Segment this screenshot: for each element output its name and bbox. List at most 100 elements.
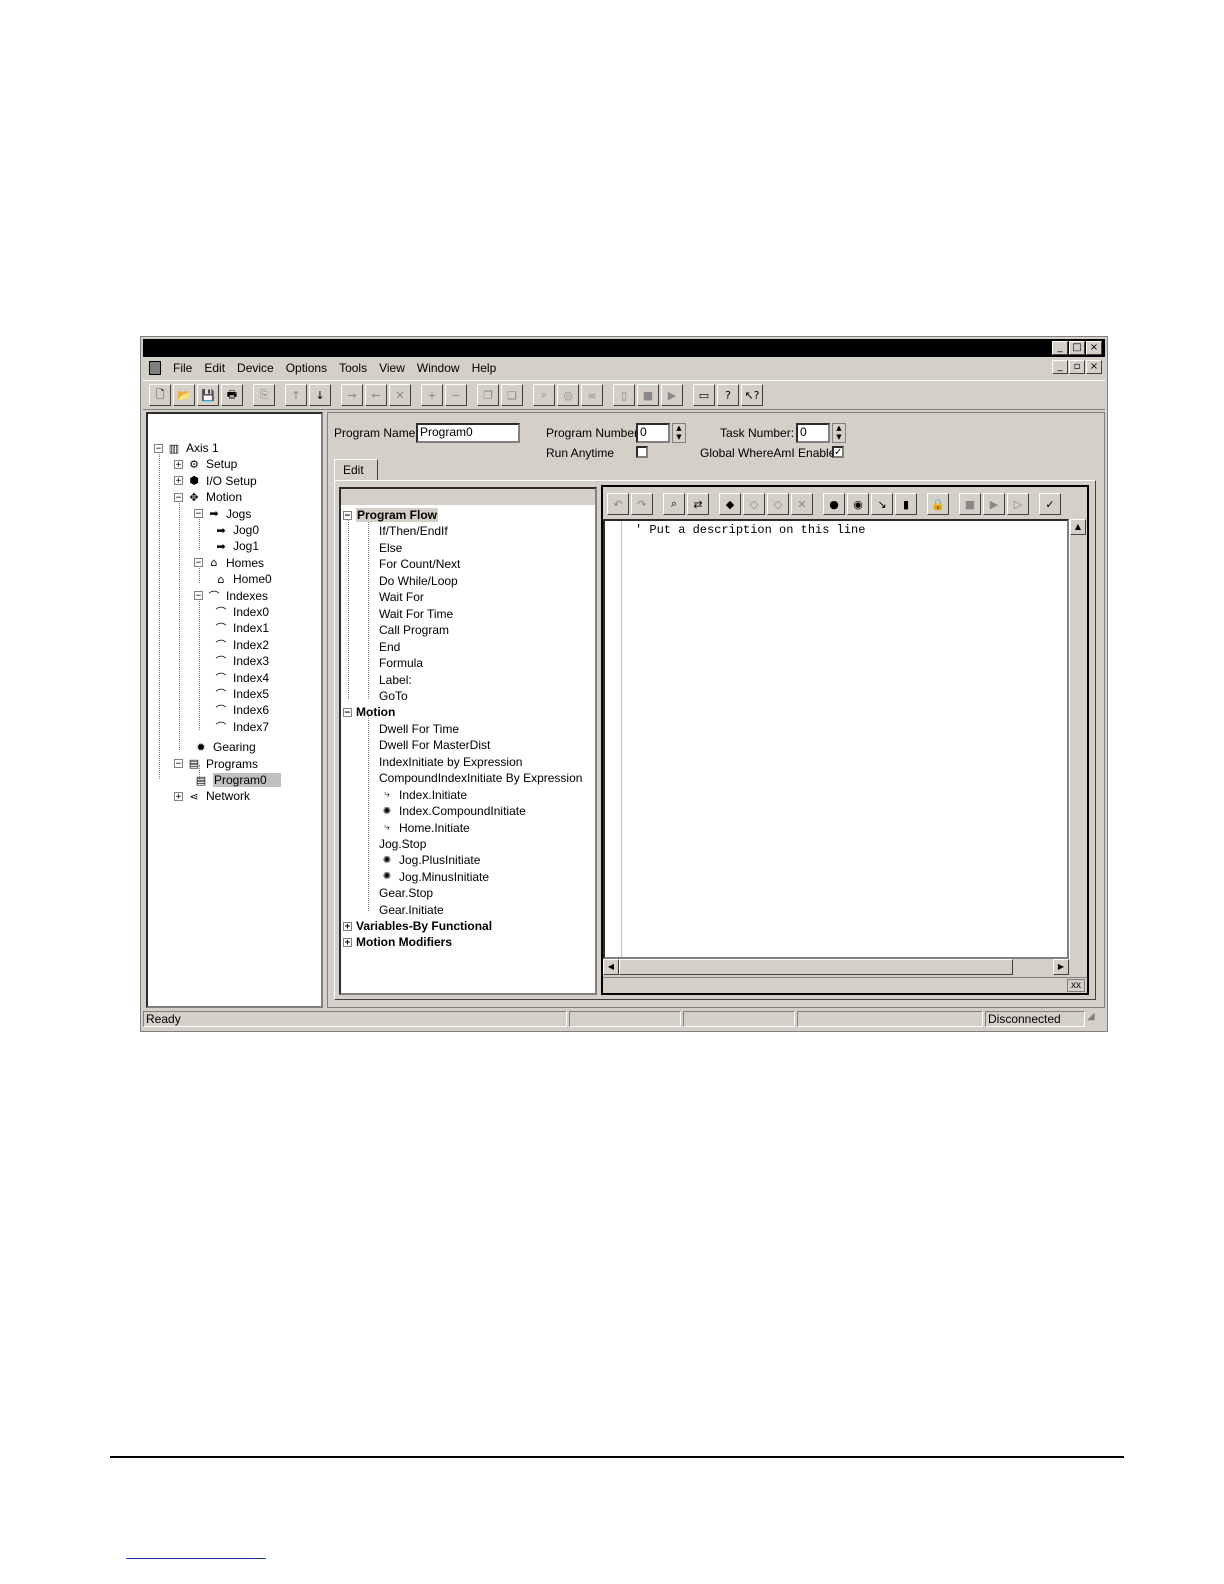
close-button[interactable]: × xyxy=(1086,341,1102,355)
add-item-icon[interactable]: + xyxy=(421,384,443,406)
menu-device[interactable]: Device xyxy=(231,361,280,375)
command-item-call-program[interactable]: Call Program xyxy=(379,622,449,638)
collapse-icon[interactable]: − xyxy=(343,707,352,717)
tree-item-index4[interactable]: ⌒ Index4 xyxy=(201,670,270,686)
tree-item-homes[interactable]: − ⌂ Homes xyxy=(194,555,264,571)
collapse-icon[interactable]: − xyxy=(174,759,183,769)
command-item-if-then-endif[interactable]: If/Then/EndIf xyxy=(379,523,448,539)
stop-program-icon[interactable]: ■ xyxy=(959,493,981,515)
vertical-scrollbar[interactable]: ▲ xyxy=(1069,519,1086,959)
tree-item-jog1[interactable]: ➡ Jog1 xyxy=(201,538,259,554)
title-bar[interactable]: _ □ × xyxy=(143,339,1105,357)
command-item-indexinitiate-by-expression[interactable]: IndexInitiate by Expression xyxy=(379,754,522,770)
command-item-dwell-for-time[interactable]: Dwell For Time xyxy=(379,721,459,737)
program-name-input[interactable]: Program0 xyxy=(416,423,520,443)
tree-item-jog0[interactable]: ➡ Jog0 xyxy=(201,522,259,538)
command-item-jog-plusinitiate[interactable]: ✺ Jog.PlusInitiate xyxy=(379,852,481,868)
clear-breakpoints-icon[interactable]: ✕ xyxy=(791,493,813,515)
expand-icon[interactable]: + xyxy=(343,921,352,931)
menu-tools[interactable]: Tools xyxy=(333,361,373,375)
device-icon[interactable]: ▯ xyxy=(613,384,635,406)
command-item-home-initiate[interactable]: ⤷ Home.Initiate xyxy=(379,820,470,836)
new-icon[interactable]: 🗋 xyxy=(149,384,171,406)
menu-window[interactable]: Window xyxy=(411,361,466,375)
collapse-icon[interactable]: − xyxy=(194,558,203,568)
zoom-icon[interactable]: ⌕ xyxy=(533,384,555,406)
connect-icon[interactable]: → xyxy=(341,384,363,406)
mdi-minimize-button[interactable]: _ xyxy=(1052,360,1068,374)
command-item-gear-stop[interactable]: Gear.Stop xyxy=(379,885,433,901)
command-item-end[interactable]: End xyxy=(379,639,400,655)
command-item-jog-stop[interactable]: Jog.Stop xyxy=(379,836,426,852)
expand-icon[interactable]: + xyxy=(174,476,183,486)
upload-icon[interactable]: ↑ xyxy=(285,384,307,406)
tree-item-motion[interactable]: − ✥ Motion xyxy=(174,489,242,505)
mdi-close-button[interactable]: × xyxy=(1086,360,1102,374)
export-icon[interactable]: ⎘ xyxy=(253,384,275,406)
expand-icon[interactable]: + xyxy=(343,937,352,947)
menu-file[interactable]: File xyxy=(167,361,198,375)
run-anytime-checkbox[interactable] xyxy=(636,446,648,458)
task-number-input[interactable]: 0 xyxy=(796,423,830,443)
program-number-spinner[interactable]: ▲ ▼ xyxy=(672,423,686,443)
tree-item-indexes[interactable]: − ⌒ Indexes xyxy=(194,588,268,604)
command-item-wait-for[interactable]: Wait For xyxy=(379,589,424,605)
run-program-icon[interactable]: ▶ xyxy=(983,493,1005,515)
context-help-icon[interactable]: ↖? xyxy=(741,384,763,406)
command-item-gear-initiate[interactable]: Gear.Initiate xyxy=(379,902,444,918)
disconnect-icon[interactable]: ← xyxy=(365,384,387,406)
task-number-spinner[interactable]: ▲ ▼ xyxy=(832,423,846,443)
tree-item-programs[interactable]: − ▤ Programs xyxy=(174,756,258,772)
tree-item-home0[interactable]: ⌂ Home0 xyxy=(201,571,272,587)
toggle-breakpoint-icon[interactable]: ◆ xyxy=(719,493,741,515)
scroll-left-icon[interactable]: ◀ xyxy=(603,959,619,975)
tree-item-jogs[interactable]: − ➡ Jogs xyxy=(194,506,251,522)
stop-icon[interactable]: ■ xyxy=(637,384,659,406)
command-item-program-flow[interactable]: − Program Flow xyxy=(343,507,439,523)
window-icon[interactable]: ▭ xyxy=(693,384,715,406)
collapse-icon[interactable]: − xyxy=(343,510,352,520)
command-item-index-compoundinitiate[interactable]: ✺ Index.CompoundInitiate xyxy=(379,803,526,819)
menu-view[interactable]: View xyxy=(373,361,411,375)
lock-icon[interactable]: 🔒 xyxy=(927,493,949,515)
code-text-area[interactable]: ' Put a description on this line xyxy=(603,519,1069,959)
check-syntax-icon[interactable]: ✓ xyxy=(1039,493,1061,515)
paste-icon[interactable]: ❏ xyxy=(501,384,523,406)
undo-icon[interactable]: ↶ xyxy=(607,493,629,515)
minimize-button[interactable]: _ xyxy=(1052,341,1068,355)
compile-icon[interactable]: ● xyxy=(823,493,845,515)
collapse-icon[interactable]: − xyxy=(154,443,163,453)
command-item-for-count-next[interactable]: For Count/Next xyxy=(379,556,460,572)
tree-item-network[interactable]: + ⋖ Network xyxy=(174,788,250,804)
delete-icon[interactable]: ✕ xyxy=(389,384,411,406)
tree-item-gearing[interactable]: ✹ Gearing xyxy=(181,739,255,755)
open-icon[interactable]: 📂 xyxy=(173,384,195,406)
command-item-else[interactable]: Else xyxy=(379,540,402,556)
maximize-button[interactable]: □ xyxy=(1069,341,1085,355)
run-icon[interactable]: ▶ xyxy=(661,384,683,406)
tree-item-program0[interactable]: ▤ Program0 xyxy=(181,772,281,788)
tree-item-index0[interactable]: ⌒ Index0 xyxy=(201,604,270,620)
find-icon[interactable]: ⌕ xyxy=(663,493,685,515)
collapse-icon[interactable]: − xyxy=(174,492,183,502)
command-item-dwell-for-masterdist[interactable]: Dwell For MasterDist xyxy=(379,737,490,753)
collapse-icon[interactable]: − xyxy=(194,591,203,601)
horizontal-scroll-thumb[interactable] xyxy=(619,959,1013,975)
watch-icon[interactable]: ◎ xyxy=(557,384,579,406)
tree-item-index7[interactable]: ⌒ Index7 xyxy=(201,719,270,735)
command-item-index-initiate[interactable]: ⤷ Index.Initiate xyxy=(379,787,467,803)
save-icon[interactable]: 💾 xyxy=(197,384,219,406)
expand-icon[interactable]: + xyxy=(174,791,183,801)
document-icon[interactable] xyxy=(149,361,161,375)
expand-icon[interactable]: + xyxy=(174,459,183,469)
next-breakpoint-icon[interactable]: ◇ xyxy=(743,493,765,515)
redo-icon[interactable]: ↷ xyxy=(631,493,653,515)
help-icon[interactable]: ? xyxy=(717,384,739,406)
step-icon[interactable]: ↘ xyxy=(871,493,893,515)
replace-icon[interactable]: ⇄ xyxy=(687,493,709,515)
tree-item-axis-1[interactable]: − ▥ Axis 1 xyxy=(154,440,219,456)
command-item-variables-by-functional[interactable]: + Variables-By Functional xyxy=(343,918,492,934)
tree-item-index5[interactable]: ⌒ Index5 xyxy=(201,686,270,702)
command-item-label-[interactable]: Label: xyxy=(379,672,412,688)
collapse-icon[interactable]: − xyxy=(194,509,203,519)
